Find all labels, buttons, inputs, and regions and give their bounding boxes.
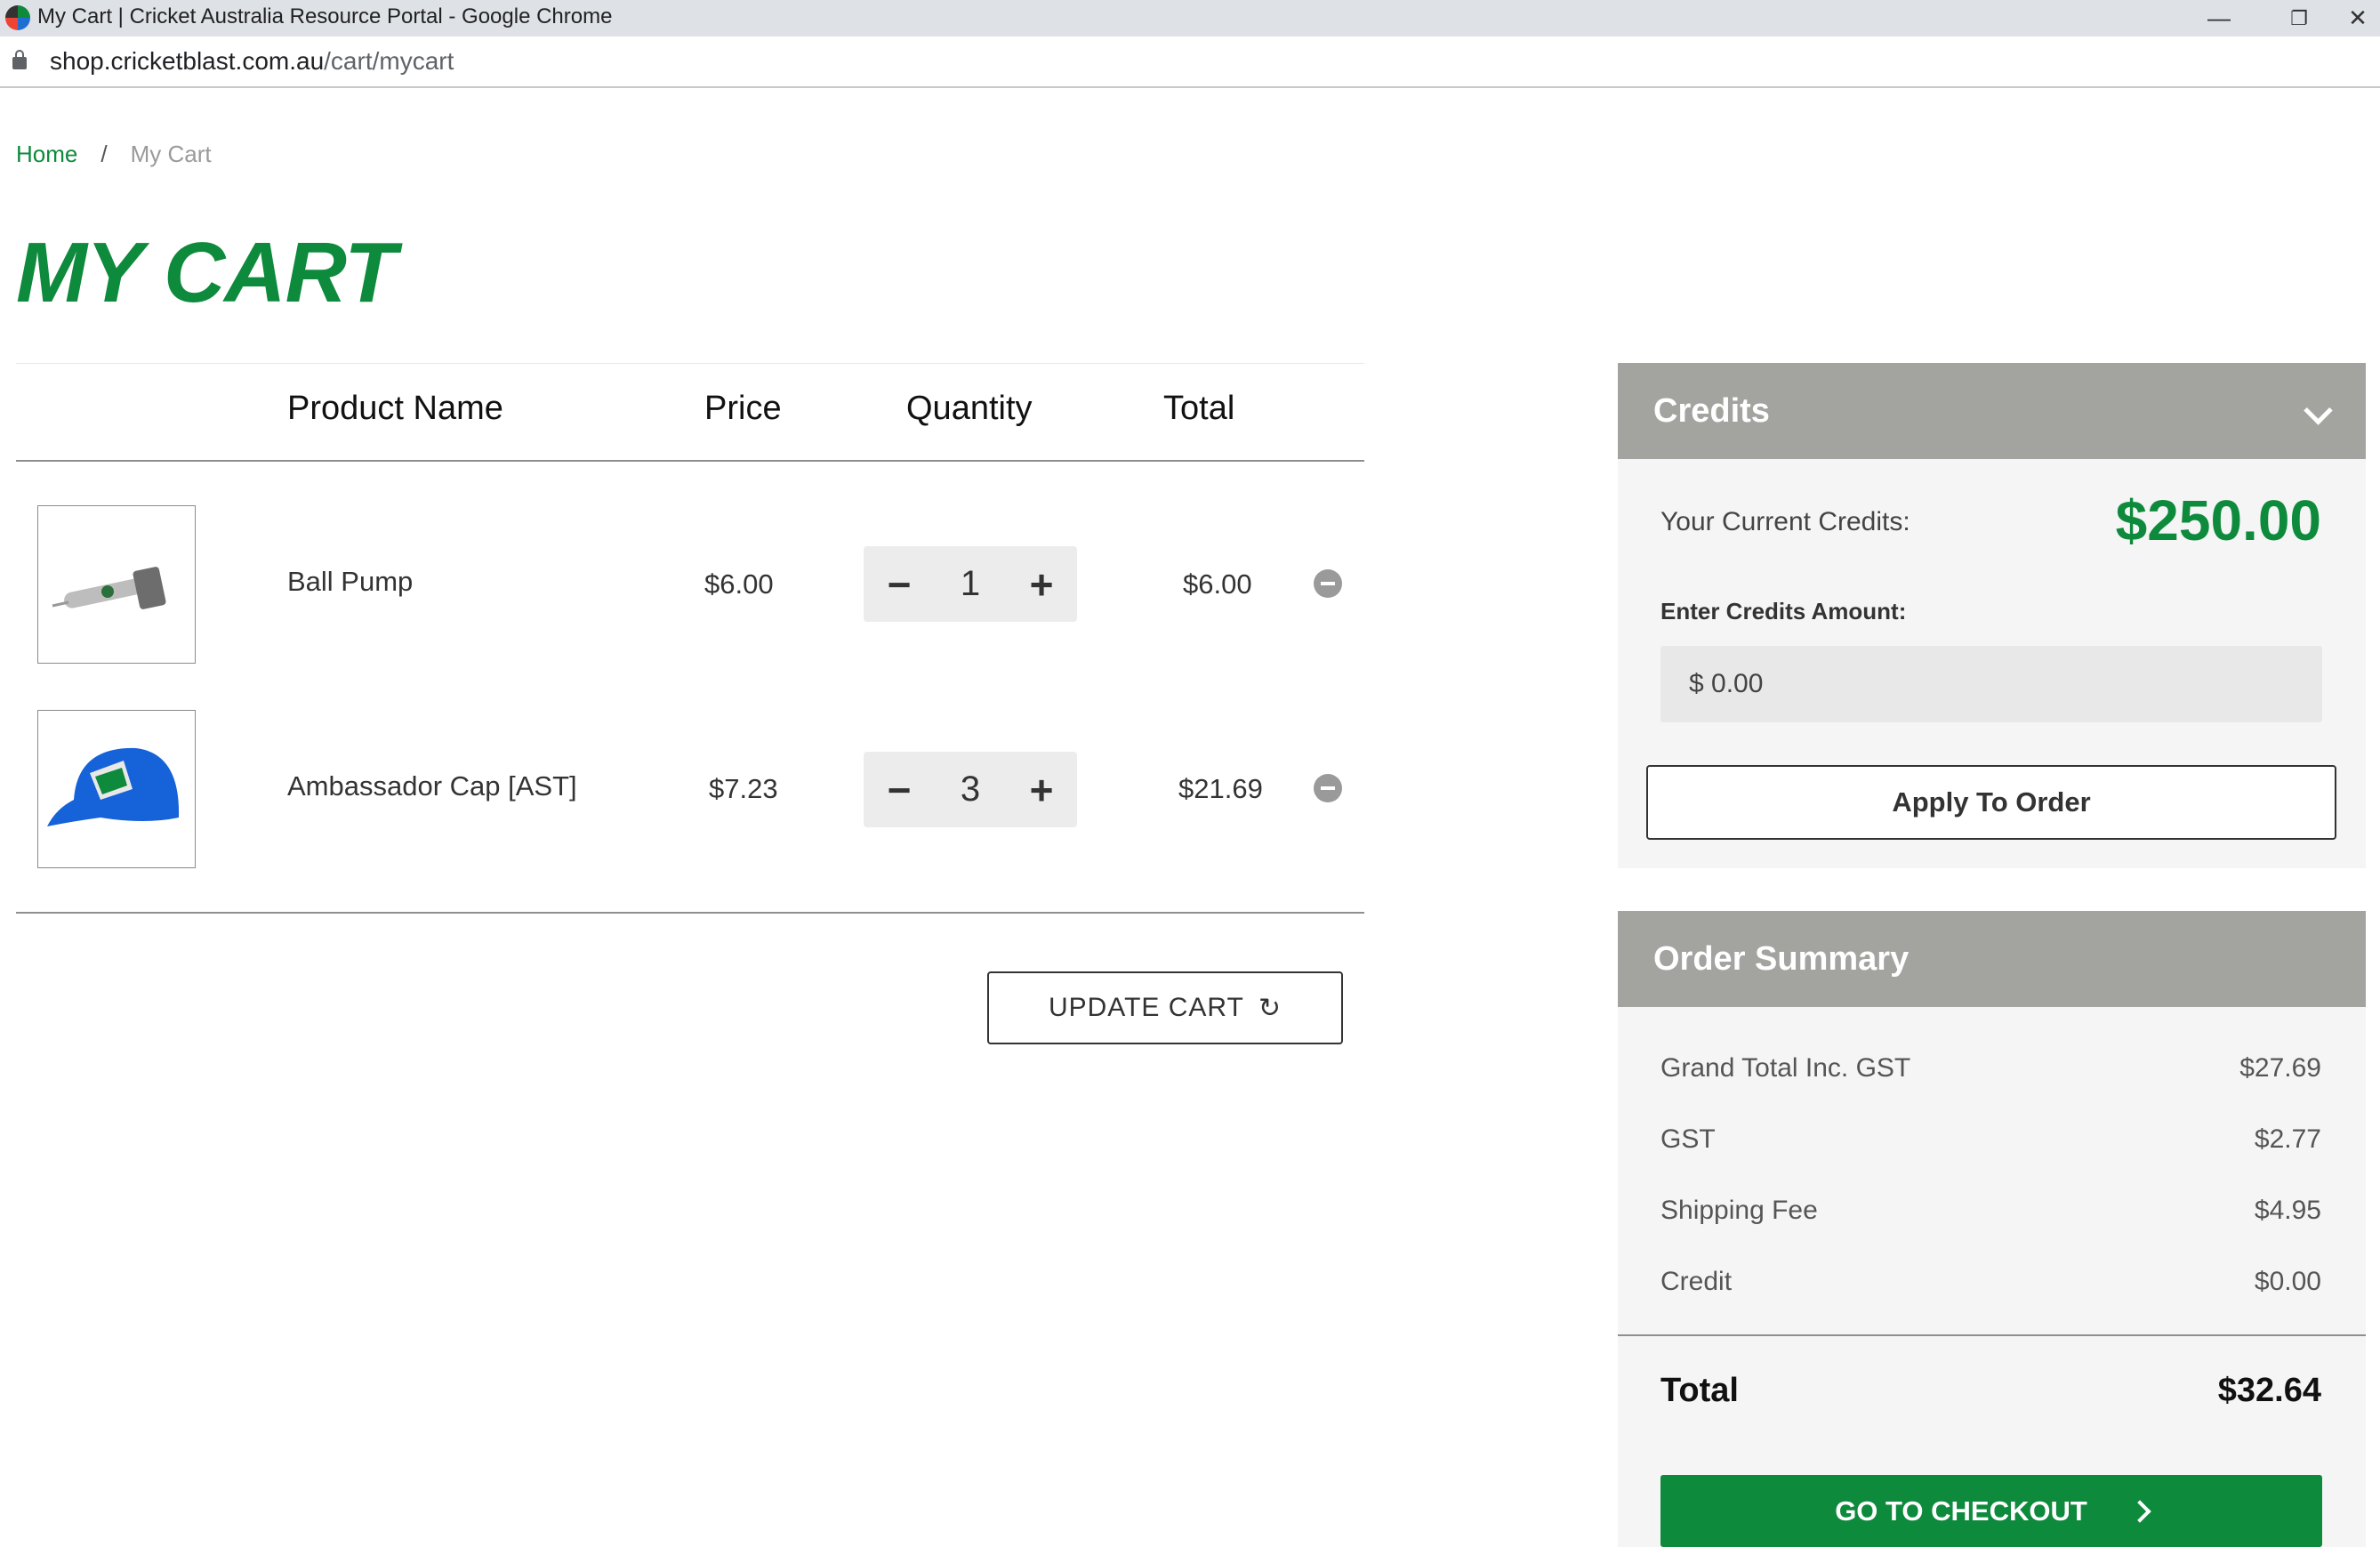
increase-quantity-button[interactable]: + [1006,752,1077,827]
quantity-stepper: − 3 + [864,752,1077,827]
cart-header-divider [16,460,1364,462]
url-path: /cart/mycart [324,47,454,75]
cart-row: Ball Pump $6.00 − 1 + $6.00 [0,505,1370,665]
header-price: Price [704,390,782,427]
breadcrumb-current: My Cart [130,141,212,167]
ball-pump-image[interactable] [37,505,196,664]
decrease-quantity-button[interactable]: − [864,546,935,622]
browser-titlebar: My Cart | Cricket Australia Resource Por… [0,0,2380,36]
quantity-value[interactable]: 1 [935,546,1006,622]
apply-to-order-button[interactable]: Apply To Order [1646,765,2336,840]
breadcrumb-home-link[interactable]: Home [16,141,77,167]
cart-top-divider [16,363,1364,364]
summary-row: Shipping Fee $4.95 [1660,1196,2321,1231]
product-name[interactable]: Ambassador Cap [AST] [287,770,577,802]
page-title: MY CART [16,225,397,320]
product-price: $7.23 [709,773,778,804]
product-name[interactable]: Ball Pump [287,566,413,598]
product-price: $6.00 [704,568,774,600]
restore-button[interactable]: ❐ [2259,0,2339,36]
increase-quantity-button[interactable]: + [1006,546,1077,622]
url-domain: shop.cricketblast.com.au [50,47,325,75]
credits-amount-label: Enter Credits Amount: [1660,598,1907,624]
summary-label: GST [1660,1124,1716,1154]
header-product-name: Product Name [287,390,503,427]
update-cart-label: UPDATE CART [1048,993,1244,1022]
cart-bottom-divider [16,912,1364,914]
chevron-right-icon [2128,1499,2151,1523]
minimize-button[interactable]: — [2179,0,2259,36]
quantity-stepper: − 1 + [864,546,1077,622]
current-credits-value: $250.00 [2115,488,2321,552]
summary-label: Credit [1660,1267,1733,1296]
order-summary-panel: Order Summary Grand Total Inc. GST $27.6… [1618,911,2366,1547]
credits-panel: Credits Your Current Credits: $250.00 En… [1618,363,2366,868]
total-value: $32.64 [2217,1372,2321,1409]
current-credits-label: Your Current Credits: [1660,507,1910,536]
credits-amount-input[interactable] [1660,646,2322,722]
header-total: Total [1163,390,1235,427]
line-total: $21.69 [1178,773,1263,804]
remove-item-icon[interactable] [1314,774,1342,802]
summary-row: GST $2.77 [1660,1124,2321,1160]
summary-label: Grand Total Inc. GST [1660,1053,1911,1083]
quantity-value[interactable]: 3 [935,752,1006,827]
order-summary-header: Order Summary [1618,911,2366,1007]
summary-value: $0.00 [2254,1267,2321,1296]
close-window-button[interactable]: ✕ [2336,0,2380,36]
site-favicon-icon [5,5,30,30]
window-title: My Cart | Cricket Australia Resource Por… [37,4,613,28]
order-summary-title: Order Summary [1653,939,1910,978]
refresh-icon: ↻ [1258,993,1282,1023]
checkout-label: GO TO CHECKOUT [1835,1495,2087,1527]
ball-pump-icon [52,567,166,609]
page: My Cart | Cricket Australia Resource Por… [0,0,2380,1547]
lock-icon [12,50,27,69]
line-total: $6.00 [1183,568,1252,600]
blue-cap-image[interactable] [37,710,196,868]
breadcrumb: Home / My Cart [16,141,212,168]
blue-cap-icon [47,747,180,826]
summary-row: Credit $0.00 [1660,1267,2321,1302]
url-text[interactable]: shop.cricketblast.com.au/cart/mycart [50,47,454,76]
remove-item-icon[interactable] [1314,569,1342,598]
credits-title: Credits [1653,391,1770,430]
total-label: Total [1660,1372,1739,1409]
summary-divider [1618,1334,2366,1336]
summary-value: $2.77 [2254,1124,2321,1154]
credits-panel-header[interactable]: Credits [1618,363,2366,459]
summary-label: Shipping Fee [1660,1196,1818,1225]
summary-value: $4.95 [2254,1196,2321,1225]
update-cart-button[interactable]: UPDATE CART ↻ [987,971,1343,1044]
cart-row: Ambassador Cap [AST] $7.23 − 3 + $21.69 [0,710,1370,870]
go-to-checkout-button[interactable]: GO TO CHECKOUT [1660,1475,2322,1547]
summary-value: $27.69 [2239,1053,2321,1083]
breadcrumb-separator: / [101,141,108,167]
summary-row: Grand Total Inc. GST $27.69 [1660,1053,2321,1089]
decrease-quantity-button[interactable]: − [864,752,935,827]
chevron-down-icon[interactable] [2304,396,2333,425]
header-quantity: Quantity [906,390,1033,427]
